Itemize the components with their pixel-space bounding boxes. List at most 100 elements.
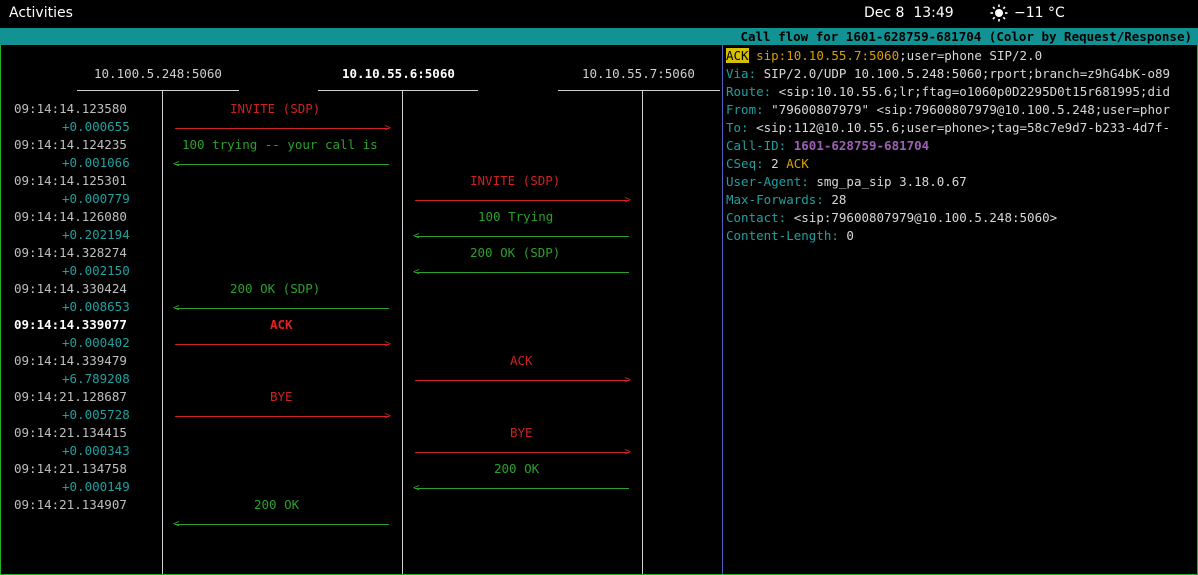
header-value: SIP/2.0/UDP 10.100.5.248:5060;rport;bran… — [756, 66, 1171, 81]
time-delta: +6.789208 — [62, 371, 130, 386]
arrow-left: < — [413, 230, 629, 242]
timestamp: 09:14:14.123580 — [14, 101, 127, 116]
timestamp: 09:14:14.124235 — [14, 137, 127, 152]
header-value: smg_pa_sip 3.18.0.67 — [808, 174, 967, 189]
timestamp: 09:14:14.125301 — [14, 173, 127, 188]
weather-temp: −11 °C — [1014, 5, 1065, 21]
header-name: To: — [726, 120, 749, 135]
time-delta: +0.000779 — [62, 191, 130, 206]
arrow-right: > — [415, 446, 631, 458]
header-value: 28 — [823, 192, 847, 207]
header-value: <sip:79600807979@10.100.5.248:5060> — [786, 210, 1058, 225]
weather-indicator[interactable]: −11 °C — [990, 4, 1065, 22]
window-title-bar: Call flow for 1601-628759-681704 (Color … — [0, 28, 1198, 45]
timestamp: 09:14:21.134758 — [14, 461, 127, 476]
header-line: Contact: <sip:79600807979@10.100.5.248:5… — [726, 209, 1196, 227]
time-delta: +0.005728 — [62, 407, 130, 422]
arrow-left: < — [173, 158, 389, 170]
arrow-right: > — [175, 122, 391, 134]
header-name: Route: — [726, 84, 772, 99]
arrow-left: < — [173, 518, 389, 530]
header-name: CSeq: — [726, 156, 764, 171]
arrow-left: < — [173, 302, 389, 314]
header-line: Call-ID: 1601-628759-681704 — [726, 137, 1196, 155]
header-name: Via: — [726, 66, 757, 81]
header-name: From: — [726, 102, 764, 117]
header-name: User-Agent: — [726, 174, 809, 189]
time-delta: +0.202194 — [62, 227, 130, 242]
message-label[interactable]: BYE — [510, 424, 533, 442]
timestamp: 09:14:21.128687 — [14, 389, 127, 404]
timestamp: 09:14:14.339479 — [14, 353, 127, 368]
header-line: From: "79600807979" <sip:79600807979@10.… — [726, 101, 1196, 119]
request-method: ACK — [726, 48, 749, 63]
header-name: Contact: — [726, 210, 787, 225]
time-delta: +0.000343 — [62, 443, 130, 458]
timestamp: 09:14:14.126080 — [14, 209, 127, 224]
header-name: Max-Forwards: — [726, 192, 824, 207]
request-line: ACK sip:10.10.55.7:5060;user=phone SIP/2… — [726, 47, 1196, 65]
lifeline-c — [642, 90, 643, 574]
message-label[interactable]: INVITE (SDP) — [470, 172, 560, 190]
arrow-left: < — [413, 482, 629, 494]
header-name: Call-ID: — [726, 138, 787, 153]
timestamp: 09:14:14.330424 — [14, 281, 127, 296]
header-value: <sip:112@10.10.55.6;user=phone>;tag=58c7… — [748, 120, 1171, 135]
message-label[interactable]: 200 OK — [494, 460, 539, 478]
arrow-left: < — [413, 266, 629, 278]
timestamp-selected[interactable]: 09:14:14.339077 — [14, 316, 127, 334]
clock-time: 13:49 — [913, 5, 954, 21]
header-line: Content-Length: 0 — [726, 227, 1196, 245]
header-value: 2 — [763, 156, 787, 171]
header-name: Content-Length: — [726, 228, 839, 243]
message-label[interactable]: ACK — [510, 352, 533, 370]
host-a-underline — [77, 90, 239, 91]
message-label[interactable]: 200 OK (SDP) — [470, 244, 560, 262]
host-b: 10.10.55.6:5060 — [342, 66, 455, 81]
header-line: User-Agent: smg_pa_sip 3.18.0.67 — [726, 173, 1196, 191]
header-value: "79600807979" <sip:79600807979@10.100.5.… — [763, 102, 1171, 117]
arrow-right: > — [415, 194, 631, 206]
call-id-value: 1601-628759-681704 — [793, 138, 930, 153]
timestamp: 09:14:14.328274 — [14, 245, 127, 260]
message-label[interactable]: INVITE (SDP) — [230, 100, 320, 118]
sun-icon — [990, 4, 1008, 22]
header-line: To: <sip:112@10.10.55.6;user=phone>;tag=… — [726, 119, 1196, 137]
header-line: Max-Forwards: 28 — [726, 191, 1196, 209]
request-uri: sip:10.10.55.7:5060 — [756, 48, 900, 63]
time-delta: +0.000655 — [62, 119, 130, 134]
time-delta: +0.008653 — [62, 299, 130, 314]
clock[interactable]: Dec 8 13:49 — [864, 5, 954, 21]
cseq-method: ACK — [786, 156, 809, 171]
pane-separator[interactable] — [722, 45, 723, 574]
arrow-right: > — [175, 410, 391, 422]
time-delta: +0.001066 — [62, 155, 130, 170]
host-c-underline — [558, 90, 720, 91]
message-label[interactable]: BYE — [270, 388, 293, 406]
header-line: Via: SIP/2.0/UDP 10.100.5.248:5060;rport… — [726, 65, 1196, 83]
message-label[interactable]: 100 trying -- your call is — [182, 136, 378, 154]
window-title: Call flow for 1601-628759-681704 (Color … — [740, 29, 1192, 44]
lifeline-b — [402, 90, 403, 574]
header-line: Route: <sip:10.10.55.6;lr;ftag=o1060p0D2… — [726, 83, 1196, 101]
message-label[interactable]: 200 OK (SDP) — [230, 280, 320, 298]
header-value: <sip:10.10.55.6;lr;ftag=o1060p0D2295D0t1… — [771, 84, 1171, 99]
time-delta: +0.000402 — [62, 335, 130, 350]
timestamp: 09:14:21.134415 — [14, 425, 127, 440]
header-line: CSeq: 2 ACK — [726, 155, 1196, 173]
activities-button[interactable]: Activities — [9, 5, 73, 21]
system-top-bar: Activities Dec 8 13:49 −11 °C — [0, 0, 1198, 28]
message-label[interactable]: 200 OK — [254, 496, 299, 514]
host-a: 10.100.5.248:5060 — [94, 66, 222, 81]
raw-message-pane[interactable]: ACK sip:10.10.55.7:5060;user=phone SIP/2… — [726, 47, 1196, 245]
timestamp: 09:14:21.134907 — [14, 497, 127, 512]
message-label[interactable]: 100 Trying — [478, 208, 553, 226]
host-b-underline — [318, 90, 478, 91]
host-c: 10.10.55.7:5060 — [582, 66, 695, 81]
time-delta: +0.002150 — [62, 263, 130, 278]
message-label-selected[interactable]: ACK — [270, 316, 293, 334]
time-delta: +0.000149 — [62, 479, 130, 494]
clock-date: Dec 8 — [864, 5, 905, 21]
request-rest: ;user=phone SIP/2.0 — [899, 48, 1043, 63]
lifeline-a — [162, 90, 163, 574]
